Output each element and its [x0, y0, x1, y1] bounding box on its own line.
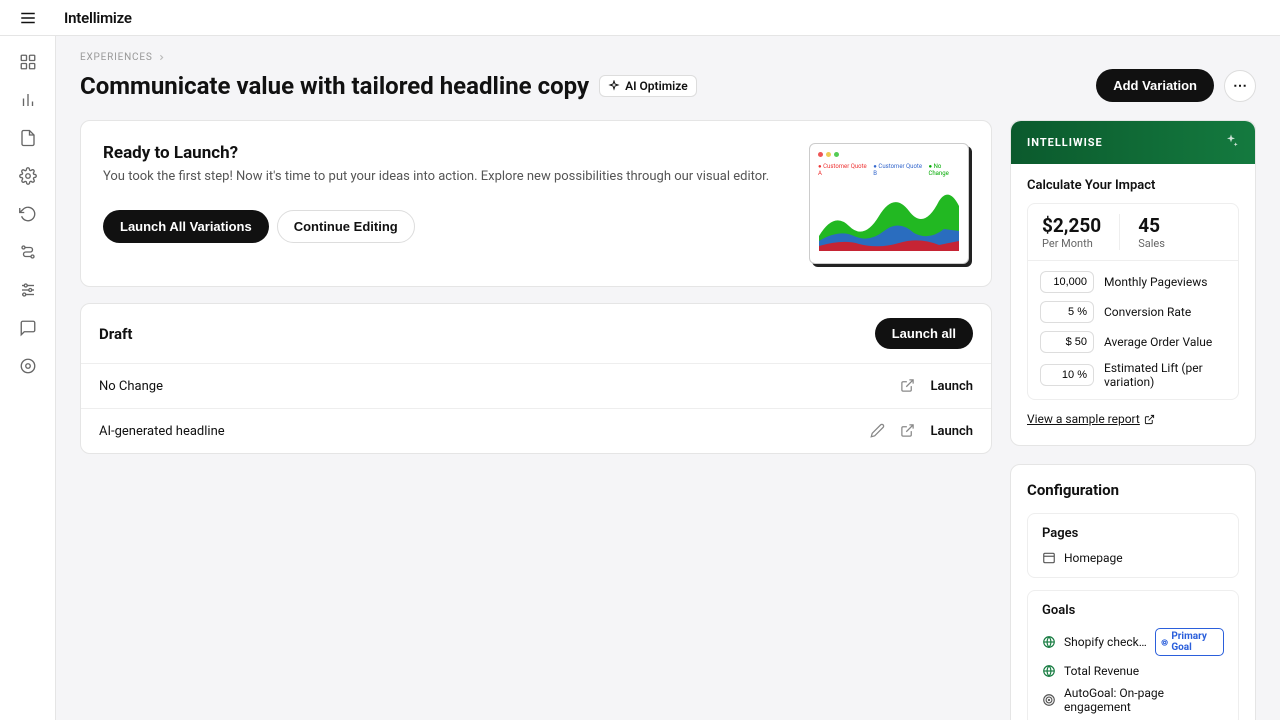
goal-item[interactable]: AutoGoal: On-page engagement	[1042, 686, 1224, 714]
intelliwise-title: Calculate Your Impact	[1027, 178, 1239, 193]
goal-item[interactable]: Total Revenue	[1042, 664, 1224, 678]
launch-all-variations-button[interactable]: Launch All Variations	[103, 210, 269, 243]
app-root: EXPERIENCES Communicate value with tailo…	[0, 0, 1280, 720]
edit-icon[interactable]	[870, 423, 886, 439]
conversion-rate-input[interactable]	[1040, 301, 1094, 323]
draft-title: Draft	[99, 325, 132, 343]
configuration-card: Configuration Pages Homepage Goals Shopi…	[1010, 464, 1256, 720]
document-icon[interactable]	[18, 128, 38, 148]
input-label: Estimated Lift (per variation)	[1104, 361, 1226, 389]
draft-card: Draft Launch all No Change Launch AI-gen…	[80, 303, 992, 454]
intelliwise-card: INTELLIWISE Calculate Your Impact $2,250…	[1010, 120, 1256, 446]
comment-icon[interactable]	[18, 318, 38, 338]
aov-input[interactable]	[1040, 331, 1094, 353]
metric-label: Sales	[1138, 237, 1165, 250]
input-label: Monthly Pageviews	[1104, 275, 1207, 289]
page-header: Communicate value with tailored headline…	[80, 69, 1256, 102]
input-label: Average Order Value	[1104, 335, 1212, 349]
launch-link[interactable]: Launch	[930, 379, 973, 394]
globe-icon	[1042, 664, 1056, 678]
ai-optimize-badge[interactable]: AI Optimize	[599, 75, 697, 97]
launch-all-button[interactable]: Launch all	[875, 318, 973, 349]
gear-icon[interactable]	[18, 166, 38, 186]
globe-icon	[1042, 635, 1056, 649]
launch-link[interactable]: Launch	[930, 424, 973, 439]
metric-value: $2,250	[1042, 214, 1101, 237]
analytics-icon[interactable]	[18, 90, 38, 110]
section-title: Goals	[1042, 603, 1224, 618]
sidebar	[0, 0, 56, 720]
lift-input[interactable]	[1040, 364, 1094, 386]
main-content: EXPERIENCES Communicate value with tailo…	[56, 0, 1280, 720]
pages-section: Pages Homepage	[1027, 513, 1239, 578]
draft-row: AI-generated headline Launch	[81, 408, 991, 453]
breadcrumb[interactable]: EXPERIENCES	[80, 52, 1256, 63]
metric-value: 45	[1138, 214, 1165, 237]
dashboard-icon[interactable]	[18, 52, 38, 72]
external-link-icon[interactable]	[900, 423, 916, 439]
config-title: Configuration	[1027, 481, 1239, 499]
draft-row: No Change Launch	[81, 363, 991, 408]
continue-editing-button[interactable]: Continue Editing	[277, 210, 415, 243]
page-icon	[1042, 551, 1056, 565]
page-title: Communicate value with tailored headline…	[80, 72, 589, 100]
sample-report-link[interactable]: View a sample report	[1027, 412, 1155, 426]
intelliwise-metrics: $2,250 Per Month 45 Sales	[1027, 203, 1239, 261]
history-icon[interactable]	[18, 204, 38, 224]
draft-row-name: AI-generated headline	[99, 424, 225, 439]
draft-row-name: No Change	[99, 379, 163, 394]
intelliwise-header: INTELLIWISE	[1011, 121, 1255, 164]
input-label: Conversion Rate	[1104, 305, 1191, 319]
sliders-icon[interactable]	[18, 280, 38, 300]
brand-logo: Intellimize	[64, 9, 132, 27]
more-options-icon[interactable]: ⋯	[1224, 70, 1256, 102]
settings-icon[interactable]	[18, 356, 38, 376]
page-item[interactable]: Homepage	[1042, 551, 1224, 565]
chart-preview: Customer Quote A Customer Quote B No Cha…	[809, 143, 969, 264]
launch-card: Ready to Launch? You took the first step…	[80, 120, 992, 287]
metric-label: Per Month	[1042, 237, 1101, 250]
launch-subtitle: You took the first step! Now it's time t…	[103, 169, 785, 184]
add-variation-button[interactable]: Add Variation	[1096, 69, 1214, 102]
sparkle-icon	[1223, 133, 1239, 152]
goal-item[interactable]: Shopify checkout … Primary Goal	[1042, 628, 1224, 656]
pageviews-input[interactable]	[1040, 271, 1094, 293]
journey-icon[interactable]	[18, 242, 38, 262]
topbar: Intellimize	[0, 0, 1280, 36]
launch-title: Ready to Launch?	[103, 143, 785, 163]
section-title: Pages	[1042, 526, 1224, 541]
goals-section: Goals Shopify checkout … Primary Goal To	[1027, 590, 1239, 720]
target-icon	[1042, 693, 1056, 707]
primary-goal-badge: Primary Goal	[1155, 628, 1224, 656]
external-link-icon[interactable]	[900, 378, 916, 394]
menu-icon[interactable]	[16, 6, 40, 30]
